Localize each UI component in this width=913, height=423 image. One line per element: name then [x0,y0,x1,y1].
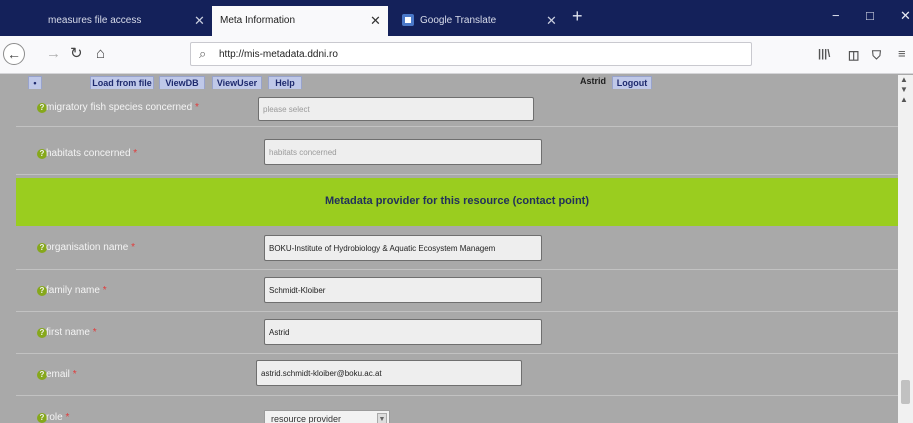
maximize-icon[interactable]: □ [866,8,874,23]
new-tab-button[interactable]: + [572,6,583,27]
field-label: role * [46,412,70,423]
navigation-bar: ← → ↻ ⌂ ⌕ |||\ ◫ ⛉ ≡ [0,36,913,74]
scroll-down-arrow-icon[interactable]: ▼ [900,85,908,94]
section-title: Metadata provider for this resource (con… [324,195,590,207]
tab-title: Meta Information [220,15,296,26]
chevron-down-icon: ▼ [377,413,387,423]
family-name-input[interactable] [264,277,542,303]
field-label: organisation name * [46,242,135,253]
role-selected-value: resource provider [271,414,342,423]
email-input[interactable] [256,360,522,386]
section-header-contact-point: Metadata provider for this resource (con… [16,178,898,226]
tab-google-translate[interactable]: Google Translate ✕ [388,6,566,36]
form-row-family-name: ? family name * [16,270,898,312]
reload-icon[interactable]: ↻ [70,46,83,62]
scroll-up-arrow-icon[interactable]: ▲ [900,75,908,84]
forward-arrow-icon[interactable]: → [46,46,61,62]
scroll-up-arrow-icon[interactable]: ▲ [900,95,908,104]
field-label: habitats concerned * [46,148,138,159]
menu-icon[interactable]: ≡ [898,46,906,61]
page-content: • Load from file ViewDB ViewUser Help As… [0,75,913,423]
shield-icon[interactable]: ⛉ [872,48,881,63]
form-row-organisation: ? organisation name * [16,226,898,270]
habitats-concerned-input[interactable] [264,139,542,165]
tab-bar: measures file access ✕ Meta Information … [0,0,913,36]
field-label: migratory fish species concerned * [46,102,199,113]
library-icon[interactable]: |||\ [818,48,830,60]
browser-window: measures file access ✕ Meta Information … [0,0,913,423]
url-input[interactable] [219,46,739,62]
tab-title: measures file access [48,15,142,26]
home-icon[interactable]: ⌂ [96,46,105,62]
username-label: Astrid [580,76,607,86]
scrollbar-thumb[interactable] [901,380,910,404]
first-name-input[interactable] [264,319,542,345]
form-row-migratory-fish: ? migratory fish species concerned * [16,89,898,127]
tab-meta-information[interactable]: Meta Information ✕ [212,6,388,36]
form-row-email: ? email * [16,354,898,396]
close-tab-icon[interactable]: ✕ [370,13,381,29]
minimize-icon[interactable]: − [832,8,840,23]
field-label: family name * [46,285,107,296]
form-row-first-name: ? first name * [16,312,898,354]
close-tab-icon[interactable]: ✕ [194,13,205,29]
back-arrow-icon[interactable]: ← [3,43,25,65]
field-label: email * [46,369,77,380]
role-select[interactable]: resource provider ▼ [264,410,390,423]
tab-measures-file-access[interactable]: measures file access ✕ [12,6,206,36]
organisation-name-input[interactable] [264,235,542,261]
window-close-icon[interactable]: ✕ [900,8,911,24]
field-label: first name * [46,327,97,338]
google-translate-icon [402,14,414,26]
sidebar-icon[interactable]: ◫ [848,48,859,62]
url-bar[interactable]: ⌕ [190,42,752,66]
page-scrollbar[interactable]: ▲ ▼ ▲ [898,75,913,423]
tab-title: Google Translate [420,15,497,26]
search-icon: ⌕ [199,46,207,61]
form-row-habitats: ? habitats concerned * [16,129,898,175]
migratory-fish-species-input[interactable] [258,97,534,121]
close-tab-icon[interactable]: ✕ [546,13,557,29]
form-row-role: ? role * resource provider ▼ [16,396,898,423]
